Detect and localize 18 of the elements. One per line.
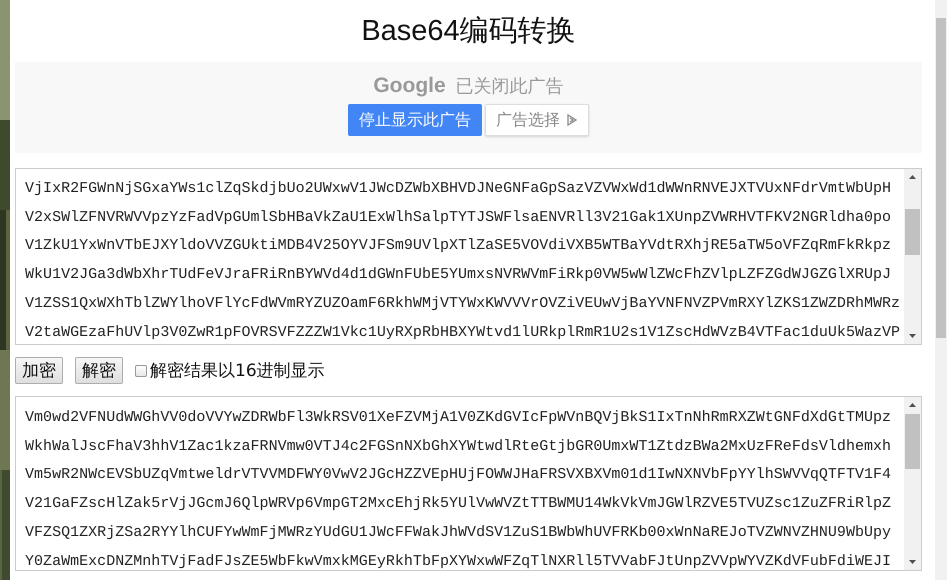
scrollbar-thumb[interactable] [936, 18, 946, 338]
checkbox-label[interactable]: 解密结果以16进制显示 [150, 359, 325, 382]
triangle-icon [566, 114, 578, 126]
ad-choices-button[interactable]: 广告选择 [485, 104, 589, 136]
ad-closed-message: 已关闭此广告 [456, 75, 564, 98]
output-field[interactable]: Vm0wd2VFNUdWWGhVV0doVVYwZDRWbFl3WkRSV01XeFZVMjA1V0ZKdGVIcFpWVnBQVjBkS1IxTnNhRmRXZWtGNFdXdGtTMUpz WkhWalJscFhaV3hhV1Zac1kzaFRNVmw0VTJ4c2FGSnNXbGhXYWtwdlRteGtjbGR0UmxWT1ZtdzBWa2MxUzFReFdsVldhemxh Vm5wR2NWcEVSbUZqVmtweldrVTVVMDFWY0VwV2JGcHZZVEpHUjFOWWJHaFRSVXBXVm01d1IwNXNVbFpYYlhSWVVqQTFTV1F4 V21GaFZscHlZak5rVjJGcmJ6QlpWRVp6VmpGT2MxcEhjRk5YUlVwWVZtTTBWMU14WkVkVmJGWlRZVE5TVUZsc1ZuZFRiRlpZ VFZSQ1ZXRjZSa2RYYlhCUFYwWmFjMWRzYUdGU1JWcFFWakJhWVdSV1ZuS1BWbWhUVFRKb00xWnNaREJoTVZWNVZHNU9WbUpy Y0ZaWmExcDNZMnhTVjFadFJsZE5WbFkwVmxkMGEyRkhTbFpXYWxwWFZqTlNXRll5TVVabFJtUnpZVVpWYVZKdVFubFdiWEJI [15, 396, 922, 571]
input-field[interactable]: VjIxR2FGWnNjSGxaYWs1clZqSkdjbUo2UWxwV1JWcDZWbXBHVDJNeGNFaGpSazVZVWxWd1dWWnRNVEJXTVUxNFdrVmtWbUpH V2xSWlZFNVRWVVpzYzFadVpGUmlSbHBaVkZaU1ExWlhSalpTYTJSWFlsaENVRll3V21Gak1XUnpZVWRHVTFKV2NGRldha0po V1ZkU1YxWnVTbEJXYldoVVZGUktiMDB4V25OYVJFSm9UVlpXTlZaSE5VOVdiVXB5WTBaYVdtRXhjRE5aTW5oVFZqRmFkRkpz WkU1V2JGa3dWbXhrTUdFeVJraFRiRnBYWVd4d1dGWnFUbE5YUmxsNVRWVmFiRkp0VW5wWlZWcFhZVlpLZFZGdWJGZGlXRUpJ V1ZSS1QxWXhTblZWYlhoVFlYcFdWVmRYZUZOamF6RkhWMjVTYWxKWVVVrOVZiVEUwVjBaYVNFNVZPVmRXYlZKS1ZWZDRhMWRz V2taWGEzaFhUVlp3V0ZwR1pFOVRSVFZZZW1Vkc1UyRXpRbHBXYWtvd1lURkplRmR1U2s1V1ZscHdWVzB4VTFac1duUk5WazVP [15, 168, 922, 345]
stop-ads-button[interactable]: 停止显示此广告 [348, 104, 482, 136]
encode-button[interactable]: 加密 [15, 357, 63, 384]
checkbox[interactable] [135, 364, 147, 376]
brand-logo: Google [373, 74, 446, 98]
scrollbar[interactable] [904, 169, 921, 344]
scrollbar[interactable] [904, 397, 921, 570]
scrollbar-thumb[interactable] [905, 209, 920, 255]
page-title: Base64编码转换 [361, 14, 576, 49]
decode-button[interactable]: 解密 [75, 357, 123, 384]
page-scrollbar[interactable] [935, 0, 947, 580]
scrollbar-thumb[interactable] [905, 414, 920, 469]
